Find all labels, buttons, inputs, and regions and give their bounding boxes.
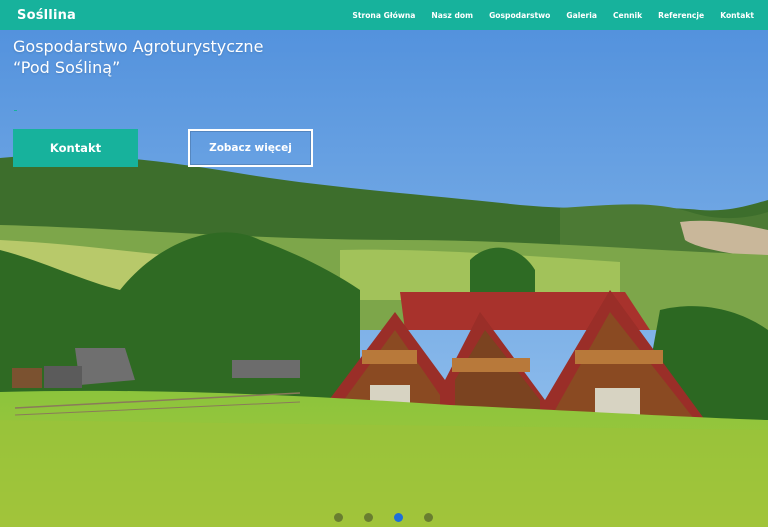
nav-item-our-house[interactable]: Nasz dom (423, 11, 481, 20)
carousel-indicators (334, 513, 433, 522)
hero-divider (14, 110, 17, 111)
carousel-dot-3[interactable] (394, 513, 403, 522)
nav-item-farm[interactable]: Gospodarstwo (481, 11, 558, 20)
hero-title-line-1: Gospodarstwo Agroturystyczne (13, 37, 264, 56)
nav-item-pricing[interactable]: Cennik (605, 11, 650, 20)
carousel-dot-2[interactable] (364, 513, 373, 522)
nav-item-home[interactable]: Strona Główna (344, 11, 423, 20)
main-nav: Strona Główna Nasz dom Gospodarstwo Gale… (344, 11, 754, 20)
hero-title-line-2: “Pod Sośliną” (13, 58, 121, 77)
brand-logo[interactable]: Sośllina (17, 8, 76, 23)
hero-title: Gospodarstwo Agroturystyczne “Pod Soślin… (13, 36, 263, 78)
hero-background-image (0, 0, 768, 527)
nav-item-contact[interactable]: Kontakt (712, 11, 754, 20)
nav-item-gallery[interactable]: Galeria (558, 11, 605, 20)
carousel-dot-1[interactable] (334, 513, 343, 522)
see-more-button[interactable]: Zobacz więcej (188, 129, 313, 167)
top-navbar: Sośllina Strona Główna Nasz dom Gospodar… (0, 0, 768, 30)
nav-item-references[interactable]: Referencje (650, 11, 712, 20)
contact-button[interactable]: Kontakt (13, 129, 138, 167)
carousel-dot-4[interactable] (424, 513, 433, 522)
